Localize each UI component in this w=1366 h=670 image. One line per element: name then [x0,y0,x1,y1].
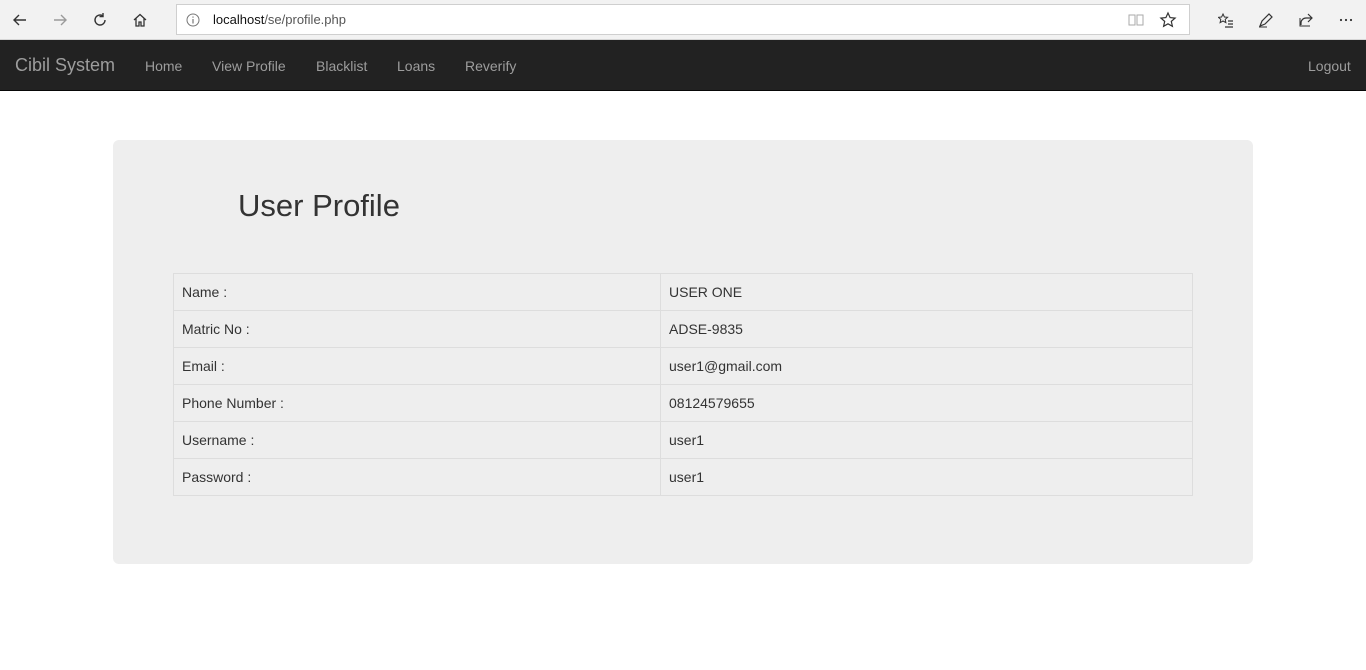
share-icon [1299,13,1313,27]
table-row: Password : user1 [173,458,1193,496]
field-label: Username : [173,421,661,459]
address-bar[interactable]: localhost/se/profile.php [176,4,1190,35]
reading-view-icon[interactable] [1127,11,1145,29]
table-row: Phone Number : 08124579655 [173,384,1193,422]
field-label: Password : [173,458,661,496]
field-label: Name : [173,273,661,311]
web-note-button[interactable] [1250,4,1282,36]
navbar: Cibil System Home View Profile Blacklist… [0,40,1366,91]
forward-button[interactable] [44,4,76,36]
url-text: localhost/se/profile.php [213,12,346,27]
refresh-icon [94,13,106,26]
field-value: user1 [660,421,1193,459]
profile-panel: User Profile Name : USER ONE Matric No :… [113,140,1253,564]
nav-item-view-profile[interactable]: View Profile [212,56,286,76]
table-row: Email : user1@gmail.com [173,347,1193,385]
more-button[interactable] [1330,4,1362,36]
table-row: Name : USER ONE [173,273,1193,311]
share-button[interactable] [1290,4,1322,36]
favorite-star-icon[interactable] [1159,11,1177,29]
favorites-list-icon [1218,12,1233,28]
table-row: Username : user1 [173,421,1193,459]
table-row: Matric No : ADSE-9835 [173,310,1193,348]
field-value: 08124579655 [660,384,1193,422]
profile-table: Name : USER ONE Matric No : ADSE-9835 Em… [173,273,1193,496]
home-icon [133,13,147,27]
field-label: Matric No : [173,310,661,348]
favorites-hub-button[interactable] [1210,4,1242,36]
nav-item-reverify[interactable]: Reverify [465,56,516,76]
url-path: /se/profile.php [264,12,346,27]
forward-arrow-icon [54,14,67,26]
refresh-button[interactable] [84,4,116,36]
home-button[interactable] [124,4,156,36]
pen-icon [1258,13,1273,28]
field-value: USER ONE [660,273,1193,311]
field-value: ADSE-9835 [660,310,1193,348]
field-value: user1@gmail.com [660,347,1193,385]
nav-item-blacklist[interactable]: Blacklist [316,56,367,76]
info-icon[interactable] [185,12,201,28]
brand-link[interactable]: Cibil System [15,55,115,75]
url-host: localhost [213,12,265,27]
page-title: User Profile [238,188,400,223]
field-label: Phone Number : [173,384,661,422]
field-label: Email : [173,347,661,385]
back-arrow-icon [13,14,26,26]
nav-item-loans[interactable]: Loans [397,56,435,76]
more-dots-icon [1339,18,1353,22]
browser-toolbar: localhost/se/profile.php [0,0,1366,40]
field-value: user1 [660,458,1193,496]
logout-link[interactable]: Logout [1308,56,1351,76]
back-button[interactable] [4,4,36,36]
nav-item-home[interactable]: Home [145,56,182,76]
